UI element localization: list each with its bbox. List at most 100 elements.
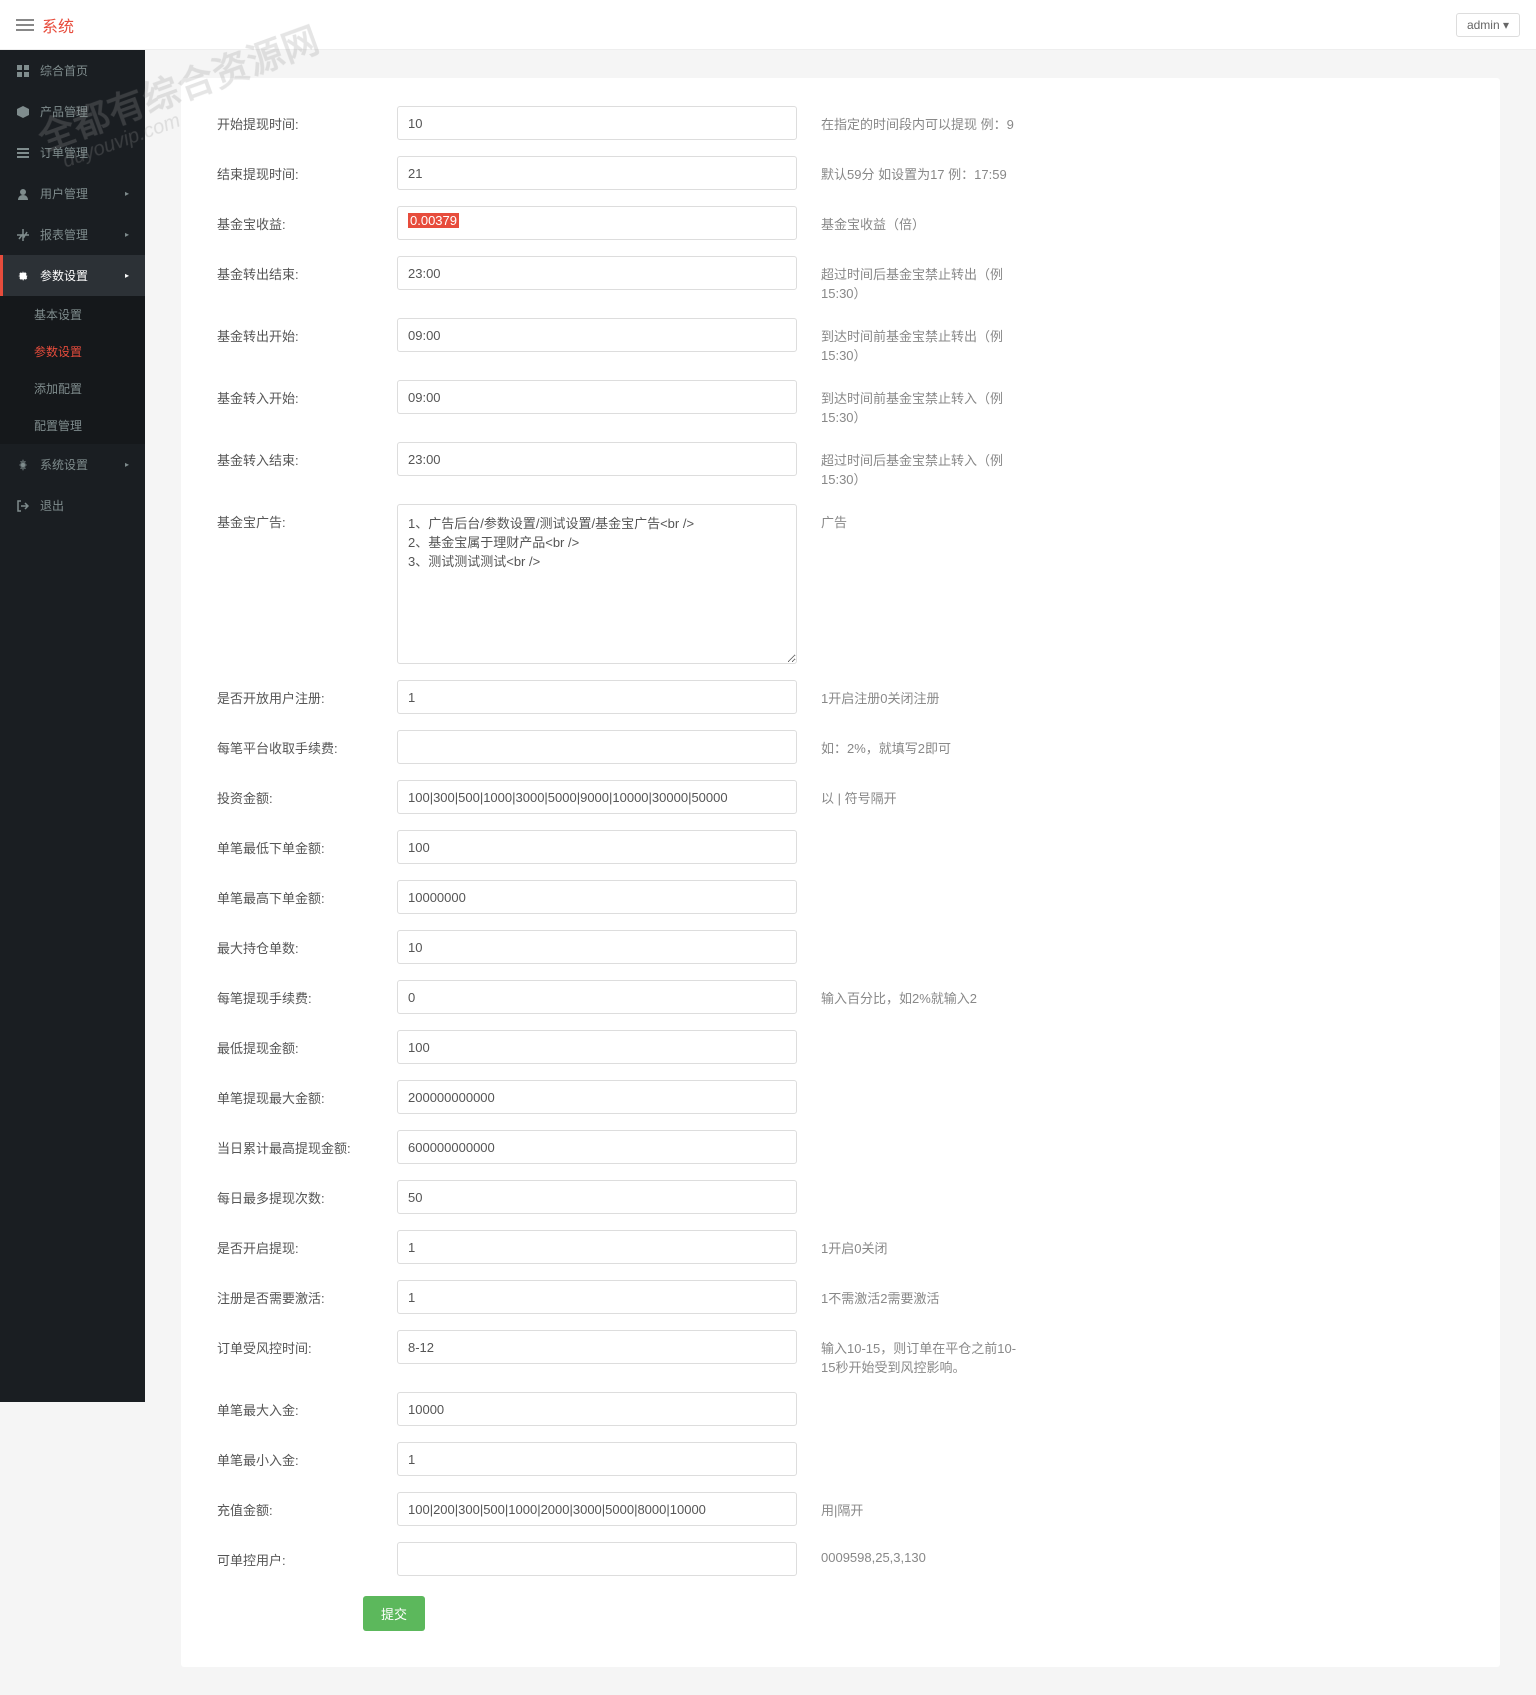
form-input[interactable] [397, 504, 797, 664]
form-help: 超过时间后基金宝禁止转入（例 15:30） [821, 442, 1021, 488]
sidebar-item-4[interactable]: 报表管理▸ [0, 214, 145, 255]
form-row-5: 基金转入开始:到达时间前基金宝禁止转入（例 15:30） [181, 380, 1500, 426]
sidebar-item-3[interactable]: 用户管理▸ [0, 173, 145, 214]
form-input[interactable] [397, 1230, 797, 1264]
form-row-11: 单笔最低下单金额: [181, 830, 1500, 864]
form-input[interactable] [397, 1392, 797, 1426]
form-input[interactable] [397, 156, 797, 190]
form-input[interactable] [397, 930, 797, 964]
sidebar: 综合首页产品管理订单管理用户管理▸报表管理▸参数设置▸基本设置参数设置添加配置配… [0, 50, 145, 1402]
submit-row: 提交 [181, 1596, 1500, 1631]
form-input[interactable] [397, 1330, 797, 1364]
form-label: 可单控用户: [217, 1542, 397, 1569]
form-help: 如：2%，就填写2即可 [821, 730, 1021, 757]
sidebar-item-label: 产品管理 [40, 103, 88, 120]
sub-item-3[interactable]: 配置管理 [0, 407, 145, 444]
form-input[interactable] [397, 1442, 797, 1476]
cog-icon [16, 269, 30, 283]
form-input[interactable] [397, 980, 797, 1014]
form-label: 基金宝收益: [217, 206, 397, 233]
form-row-9: 每笔平台收取手续费: 如：2%，就填写2即可 [181, 730, 1500, 764]
chevron-right-icon: ▸ [125, 271, 129, 280]
exit-icon [16, 499, 30, 513]
form-row-22: 单笔最大入金: [181, 1392, 1500, 1426]
submit-button[interactable]: 提交 [363, 1596, 425, 1631]
sidebar-item-label: 综合首页 [40, 62, 88, 79]
form-label: 注册是否需要激活: [217, 1280, 397, 1307]
form-label: 是否开放用户注册: [217, 680, 397, 707]
form-label: 最大持仓单数: [217, 930, 397, 957]
form-row-16: 单笔提现最大金额: [181, 1080, 1500, 1114]
form-label: 单笔最高下单金额: [217, 880, 397, 907]
sidebar-item-label: 参数设置 [40, 267, 88, 284]
form-input[interactable] [397, 1492, 797, 1526]
gear-icon [16, 458, 30, 472]
form-help: 1开启注册0关闭注册 [821, 680, 1021, 707]
form-label: 每笔平台收取手续费: [217, 730, 397, 757]
sidebar-item-label: 退出 [40, 497, 64, 514]
form-input[interactable]: 0.00379 [397, 206, 797, 240]
sidebar-item-7[interactable]: 退出 [0, 485, 145, 526]
form-row-2: 基金宝收益:0.00379基金宝收益（倍） [181, 206, 1500, 240]
form-label: 单笔最低下单金额: [217, 830, 397, 857]
form-input[interactable] [397, 680, 797, 714]
form-label: 基金宝广告: [217, 504, 397, 531]
form-input[interactable] [397, 1280, 797, 1314]
menu-toggle-icon[interactable] [16, 16, 34, 34]
sub-item-2[interactable]: 添加配置 [0, 370, 145, 407]
form-row-8: 是否开放用户注册: 1开启注册0关闭注册 [181, 680, 1500, 714]
sub-item-1[interactable]: 参数设置 [0, 333, 145, 370]
form-help: 到达时间前基金宝禁止转出（例 15:30） [821, 318, 1021, 364]
form-row-20: 注册是否需要激活: 1不需激活2需要激活 [181, 1280, 1500, 1314]
sidebar-item-label: 报表管理 [40, 226, 88, 243]
sidebar-item-6[interactable]: 系统设置 ▸ [0, 444, 145, 485]
topbar: 系统 admin ▾ [0, 0, 1536, 50]
topbar-left: 系统 [16, 13, 74, 37]
form-row-18: 每日最多提现次数: [181, 1180, 1500, 1214]
form-input[interactable] [397, 1180, 797, 1214]
sidebar-item-5[interactable]: 参数设置 ▸ [0, 255, 145, 296]
form-label: 基金转出开始: [217, 318, 397, 345]
form-row-1: 结束提现时间:默认59分 如设置为17 例：17:59 [181, 156, 1500, 190]
sub-item-0[interactable]: 基本设置 [0, 296, 145, 333]
user-dropdown[interactable]: admin ▾ [1456, 13, 1520, 37]
form-input[interactable] [397, 318, 797, 352]
sidebar-item-label: 系统设置 [40, 456, 88, 473]
form-help: 输入百分比，如2%就输入2 [821, 980, 1021, 1007]
form-input[interactable] [397, 730, 797, 764]
form-row-19: 是否开启提现:1开启0关闭 [181, 1230, 1500, 1264]
form-help: 广告 [821, 504, 1021, 531]
form-input[interactable] [397, 256, 797, 290]
form-input[interactable] [397, 830, 797, 864]
form-label: 当日累计最高提现金额: [217, 1130, 397, 1157]
form-input[interactable] [397, 1030, 797, 1064]
form-row-14: 每笔提现手续费:输入百分比，如2%就输入2 [181, 980, 1500, 1014]
form-input[interactable] [397, 1130, 797, 1164]
form-label: 基金转出结束: [217, 256, 397, 283]
form-label: 单笔提现最大金额: [217, 1080, 397, 1107]
form-row-25: 可单控用户:0009598,25,3,130 [181, 1542, 1500, 1576]
form-input[interactable] [397, 106, 797, 140]
list-icon [16, 146, 30, 160]
form-panel: 开始提现时间:在指定的时间段内可以提现 例：9 结束提现时间:默认59分 如设置为… [181, 78, 1500, 1667]
form-help: 用|隔开 [821, 1492, 1021, 1519]
form-input[interactable] [397, 780, 797, 814]
chevron-right-icon: ▸ [125, 460, 129, 469]
brand-title: 系统 [42, 13, 74, 37]
form-row-0: 开始提现时间:在指定的时间段内可以提现 例：9 [181, 106, 1500, 140]
form-help: 在指定的时间段内可以提现 例：9 [821, 106, 1021, 133]
sidebar-item-2[interactable]: 订单管理 [0, 132, 145, 173]
form-input[interactable] [397, 1542, 797, 1576]
form-help: 1不需激活2需要激活 [821, 1280, 1021, 1307]
form-help: 到达时间前基金宝禁止转入（例 15:30） [821, 380, 1021, 426]
form-input[interactable] [397, 1080, 797, 1114]
form-input[interactable] [397, 442, 797, 476]
form-input[interactable] [397, 380, 797, 414]
sidebar-item-label: 用户管理 [40, 185, 88, 202]
main-content: 开始提现时间:在指定的时间段内可以提现 例：9 结束提现时间:默认59分 如设置为… [145, 50, 1536, 1695]
form-input[interactable] [397, 880, 797, 914]
form-row-17: 当日累计最高提现金额: [181, 1130, 1500, 1164]
dashboard-icon [16, 64, 30, 78]
sidebar-item-0[interactable]: 综合首页 [0, 50, 145, 91]
sidebar-item-1[interactable]: 产品管理 [0, 91, 145, 132]
